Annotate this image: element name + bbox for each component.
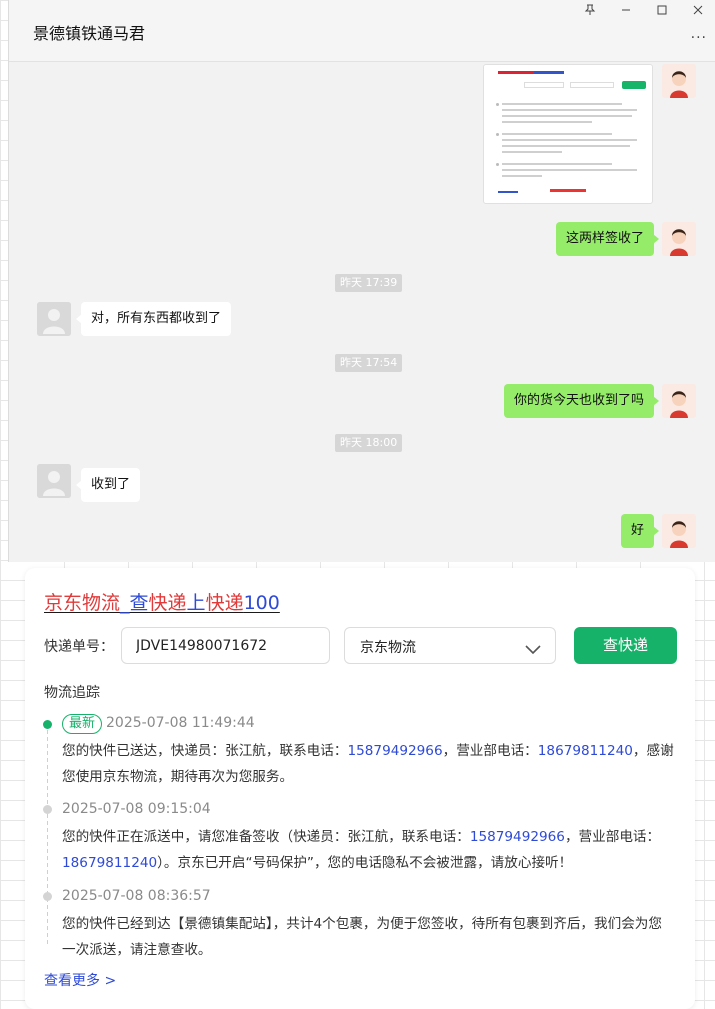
pin-icon[interactable] [583,4,597,20]
event-description: 您的快件正在派送中，请您准备签收（快递员：张江航，联系电话：1587949296… [62,829,661,871]
timeline-event: 最新 2025-07-08 11:49:44 您的快件已送达，快递员：张江航，联系… [62,712,674,790]
tracking-number-input[interactable] [121,627,330,664]
image-message[interactable] [483,64,653,204]
chat-title: 景德镇铁通马君 [33,24,146,43]
timeline-line [47,730,48,945]
carrier-select[interactable]: 京东物流 [344,627,556,664]
maximize-icon[interactable] [655,4,669,20]
event-time: 2025-07-08 08:36:57 [62,888,211,904]
event-time: 2025-07-08 11:49:44 [106,715,255,731]
carrier-selected-value: 京东物流 [360,640,416,656]
my-message-bubble[interactable]: 这两样签收了 [555,222,660,256]
timeline-event: 2025-07-08 08:36:57 您的快件已经到达【景德镇集配站】，共计4… [62,885,674,963]
timeline-dot [43,805,52,814]
tracking-search-row: 快递单号： 京东物流 查快递 [44,627,684,664]
chat-message-area[interactable]: 这两样签收了 昨天 17:39 对，所有东西都收到了 昨天 17:54 你的货今… [9,62,715,562]
timestamp-label: 昨天 18:00 [335,434,403,452]
chevron-down-icon [525,640,541,659]
tracking-card: 京东物流_查快递上快递100 快递单号： 京东物流 查快递 物流追踪 最新202… [25,568,695,1009]
event-description: 您的快件已送达，快递员：张江航，联系电话：15879492966，营业部电话：1… [62,743,674,785]
my-avatar[interactable] [662,384,696,418]
my-message-bubble[interactable]: 好 [620,514,660,548]
contact-message-bubble[interactable]: 收到了 [75,468,141,502]
contact-message-bubble[interactable]: 对，所有东西都收到了 [75,302,232,336]
timeline-event: 2025-07-08 09:15:04 您的快件正在派送中，请您准备签收（快递员… [62,798,674,876]
tracking-number-label: 快递单号： [44,639,114,655]
contact-avatar[interactable] [37,302,71,336]
timestamp-label: 昨天 17:39 [335,274,403,292]
contact-avatar[interactable] [37,464,71,498]
timeline-dot [43,892,52,901]
event-description: 您的快件已经到达【景德镇集配站】，共计4个包裹，为便于您签收，待所有包裹到齐后，… [62,916,662,958]
courier-phone-link[interactable]: 15879492966 [470,829,565,845]
event-time: 2025-07-08 09:15:04 [62,801,211,817]
more-options-button[interactable]: ... [691,26,707,42]
my-message-bubble[interactable]: 你的货今天也收到了吗 [503,384,660,418]
window-controls [583,4,705,20]
tracking-title-link[interactable]: 京东物流_查快递上快递100 [44,588,280,615]
branch-phone-link[interactable]: 18679811240 [538,743,633,759]
timestamp-label: 昨天 17:54 [335,354,403,372]
my-avatar[interactable] [662,514,696,548]
courier-phone-link[interactable]: 15879492966 [347,743,442,759]
chat-window: 景德镇铁通马君 ... 这两样签收了 昨天 17:39 对，所有东西都收到了 昨… [8,0,715,562]
tracking-section-heading: 物流追踪 [44,685,100,701]
query-tracking-button[interactable]: 查快递 [574,627,677,664]
my-avatar[interactable] [662,64,696,98]
minimize-icon[interactable] [619,4,633,20]
my-avatar[interactable] [662,222,696,256]
chat-title-bar: 景德镇铁通马君 ... [9,0,715,62]
branch-phone-link[interactable]: 18679811240 [62,855,157,871]
close-icon[interactable] [691,4,705,20]
timeline-dot-latest [43,720,52,729]
see-more-link[interactable]: 查看更多 > [44,970,116,990]
latest-badge: 最新 [62,714,103,734]
